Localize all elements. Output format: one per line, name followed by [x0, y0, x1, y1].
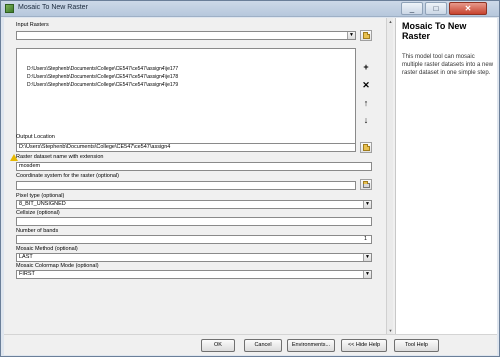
mosaic-method-select[interactable]: LAST ▼	[16, 253, 372, 262]
chevron-down-icon[interactable]: ▼	[363, 201, 371, 208]
colormap-mode-value: FIRST	[19, 271, 35, 277]
dialog-body: Input Rasters ▼ D:\Users\Stephenb\Docume…	[4, 18, 497, 355]
number-of-bands-input[interactable]: 1	[16, 235, 372, 244]
move-down-button[interactable]: ↓	[360, 115, 372, 126]
input-rasters-dropdown[interactable]: ▼	[16, 31, 356, 40]
parameters-panel: Input Rasters ▼ D:\Users\Stephenb\Docume…	[4, 18, 384, 334]
maximize-button[interactable]: □	[425, 2, 447, 15]
close-icon: ✕	[464, 4, 472, 13]
list-item[interactable]: D:\Users\Stephenb\Documents\College\CE54…	[27, 66, 178, 72]
ok-button[interactable]: OK	[201, 339, 235, 352]
tool-help-button[interactable]: Tool Help	[394, 339, 439, 352]
title-bar[interactable]: Mosaic To New Raster _ □ ✕	[1, 1, 499, 17]
raster-name-label: Raster dataset name with extension	[16, 154, 104, 160]
add-button[interactable]: +	[360, 62, 372, 73]
colormap-mode-label: Mosaic Colormap Mode (optional)	[16, 263, 99, 269]
dialog-window: Mosaic To New Raster _ □ ✕ Input Rasters…	[0, 0, 500, 357]
raster-name-input[interactable]: mosdem	[16, 162, 372, 171]
output-location-input[interactable]: D:\Users\Stephenb\Documents\College\CE54…	[16, 143, 356, 152]
cellsize-input[interactable]	[16, 217, 372, 226]
app-icon	[5, 4, 14, 13]
move-down-icon: ↓	[363, 115, 369, 125]
folder-icon	[363, 144, 370, 151]
minimize-icon: _	[409, 4, 415, 13]
remove-icon: ✕	[362, 80, 370, 90]
maximize-icon: □	[433, 4, 439, 13]
output-location-browse-button[interactable]	[360, 142, 372, 153]
number-of-bands-label: Number of bands	[16, 228, 59, 234]
colormap-mode-select[interactable]: FIRST ▼	[16, 270, 372, 279]
move-up-button[interactable]: ↑	[360, 98, 372, 109]
cancel-button[interactable]: Cancel	[244, 339, 282, 352]
move-up-icon: ↑	[363, 98, 369, 108]
parameters-scrollbar[interactable]: ▲ ▼	[386, 18, 393, 334]
chevron-down-icon[interactable]: ▼	[347, 32, 355, 39]
minimize-button[interactable]: _	[401, 2, 423, 15]
coordinate-system-input[interactable]	[16, 181, 356, 190]
pixel-type-select[interactable]: 8_BIT_UNSIGNED ▼	[16, 200, 372, 209]
chevron-down-icon[interactable]: ▼	[363, 271, 371, 278]
hide-help-button[interactable]: << Hide Help	[341, 339, 387, 352]
chevron-down-icon[interactable]: ▼	[363, 254, 371, 261]
list-item[interactable]: D:\Users\Stephenb\Documents\College\CE54…	[27, 74, 178, 80]
environments-button[interactable]: Environments...	[287, 339, 335, 352]
output-location-label: Output Location	[16, 134, 55, 140]
window-title: Mosaic To New Raster	[18, 4, 88, 11]
coordinate-system-label: Coordinate system for the raster (option…	[16, 173, 120, 179]
input-rasters-browse-button[interactable]	[360, 30, 372, 41]
remove-button[interactable]: ✕	[360, 80, 372, 91]
mosaic-method-value: LAST	[19, 254, 33, 260]
pixel-type-value: 8_BIT_UNSIGNED	[19, 201, 66, 207]
properties-icon	[363, 181, 370, 188]
input-rasters-list[interactable]: D:\Users\Stephenb\Documents\College\CE54…	[16, 48, 356, 148]
close-button[interactable]: ✕	[449, 2, 487, 15]
mosaic-method-label: Mosaic Method (optional)	[16, 246, 78, 252]
input-rasters-label: Input Rasters	[16, 22, 49, 28]
folder-icon	[363, 32, 370, 39]
list-item[interactable]: D:\Users\Stephenb\Documents\College\CE54…	[27, 82, 178, 88]
scroll-down-icon[interactable]: ▼	[387, 327, 394, 334]
cellsize-label: Cellsize (optional)	[16, 210, 60, 216]
help-title: Mosaic To New Raster	[402, 21, 467, 41]
button-bar: OK Cancel Environments... << Hide Help T…	[4, 334, 497, 355]
help-description: This model tool can mosaic multiple rast…	[402, 54, 494, 76]
add-icon: +	[363, 62, 369, 72]
pixel-type-label: Pixel type (optional)	[16, 193, 65, 199]
help-panel: Mosaic To New Raster This model tool can…	[395, 18, 497, 334]
scroll-up-icon[interactable]: ▲	[387, 18, 394, 25]
spatial-reference-button[interactable]	[360, 179, 372, 190]
